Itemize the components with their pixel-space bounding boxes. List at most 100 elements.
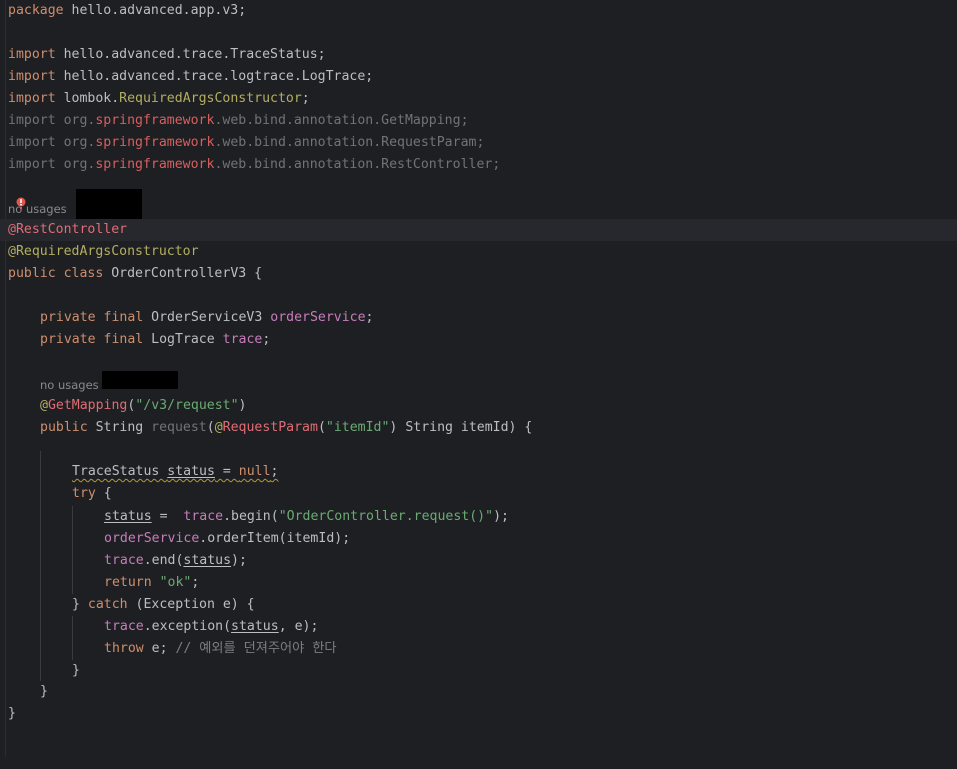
code-line-statement[interactable]: trace.end(status); — [0, 550, 957, 572]
code-token: ); — [493, 509, 509, 524]
code-token: orderService — [270, 310, 366, 325]
code-line-annotation-current[interactable]: @RestController — [0, 219, 957, 241]
code-line-statement[interactable]: orderService.orderItem(itemId); — [0, 528, 957, 550]
code-token: trace.exception(status, e); — [104, 616, 318, 638]
code-token: import org.springframework.web.bind.anno… — [8, 154, 500, 176]
code-token: null — [238, 464, 271, 479]
code-token: import hello.advanced.trace.logtrace.Log… — [8, 66, 373, 88]
code-token: private final — [40, 310, 144, 325]
code-line-catch[interactable]: } catch (Exception e) { — [0, 594, 957, 616]
code-token: OrderControllerV3 { — [103, 266, 263, 281]
code-token: try — [72, 486, 96, 501]
code-token: @ — [214, 420, 223, 435]
code-token: trace — [104, 619, 144, 634]
code-token: import — [8, 135, 56, 150]
code-line-statement[interactable]: TraceStatus status = null; — [0, 461, 957, 483]
code-token: ( — [206, 420, 215, 435]
code-token: import — [8, 69, 56, 84]
code-token: String — [87, 420, 152, 435]
code-token: { — [95, 486, 112, 501]
code-token: = — [151, 509, 184, 524]
code-token: @GetMapping("/v3/request") — [40, 395, 246, 417]
code-comment: // 예외를 던져주어야 한다 — [175, 641, 337, 656]
code-token: , e); — [278, 619, 319, 634]
code-line-try[interactable]: try { — [0, 483, 957, 505]
code-token: RequestParam — [222, 420, 318, 435]
code-token: trace.end(status); — [104, 550, 247, 572]
code-token: ( — [317, 420, 326, 435]
code-line-brace[interactable]: } — [0, 660, 957, 682]
code-token: (Exception e) { — [127, 597, 255, 612]
code-line-annotation[interactable]: @GetMapping("/v3/request") — [0, 395, 957, 417]
code-token: package — [8, 3, 64, 18]
code-token: .begin( — [223, 509, 279, 524]
code-line-method[interactable]: public String request(@RequestParam("ite… — [0, 417, 957, 439]
code-token: return — [104, 575, 152, 590]
code-line-import[interactable]: import hello.advanced.trace.TraceStatus; — [0, 44, 957, 66]
code-token: status — [167, 464, 215, 479]
code-token: status — [104, 509, 152, 524]
code-token: .orderItem(itemId); — [199, 531, 351, 546]
code-token: OrderServiceV3 — [143, 310, 271, 325]
error-icon[interactable] — [16, 197, 26, 209]
code-token: public String request(@RequestParam("ite… — [40, 417, 532, 439]
code-token: try { — [72, 483, 112, 505]
code-token: TraceStatus status = null; — [72, 461, 278, 483]
code-token: hello.advanced.trace.logtrace.LogTrace; — [55, 69, 374, 84]
code-token: trace — [183, 509, 224, 524]
code-token: } — [72, 663, 80, 678]
code-token: trace — [104, 553, 144, 568]
code-line-field[interactable]: private final OrderServiceV3 orderServic… — [0, 307, 957, 329]
code-line-import-unused[interactable]: import org.springframework.web.bind.anno… — [0, 110, 957, 132]
code-token: public — [40, 420, 88, 435]
code-line-field[interactable]: private final LogTrace trace; — [0, 329, 957, 351]
code-token: throw — [104, 641, 144, 656]
code-editor[interactable]: package hello.advanced.app.v3; import he… — [0, 0, 957, 757]
code-token: } — [40, 684, 48, 699]
code-line-import-unused[interactable]: import org.springframework.web.bind.anno… — [0, 132, 957, 154]
code-token: import — [8, 91, 56, 106]
code-token: return "ok"; — [104, 572, 199, 594]
code-line-class[interactable]: public class OrderControllerV3 { — [0, 263, 957, 285]
code-line-throw[interactable]: throw e; // 예외를 던져주어야 한다 — [0, 638, 957, 660]
code-token: hello.advanced.trace.TraceStatus; — [55, 47, 326, 62]
code-token: import — [8, 113, 56, 128]
code-token: .web.bind.annotation.RequestParam; — [214, 135, 485, 150]
code-token: springframework — [95, 157, 215, 172]
code-token: } — [72, 597, 88, 612]
code-token: "/v3/request" — [135, 398, 239, 413]
code-line-annotation[interactable]: @RequiredArgsConstructor — [0, 241, 957, 263]
code-token: ); — [231, 553, 247, 568]
code-token: import — [8, 47, 56, 62]
code-line-brace[interactable]: } — [0, 681, 957, 703]
redacted-block — [102, 371, 178, 389]
code-line-import-unused[interactable]: import org.springframework.web.bind.anno… — [0, 154, 957, 176]
code-token: TraceStatus — [72, 464, 168, 479]
code-token: status — [183, 553, 232, 568]
usages-hint[interactable]: no usages — [40, 374, 99, 396]
code-token: @RequiredArgsConstructor — [8, 244, 199, 259]
code-line-import[interactable]: import lombok.RequiredArgsConstructor; — [0, 88, 957, 110]
code-token: org. — [55, 157, 96, 172]
code-token: hello.advanced.app.v3; — [63, 3, 247, 18]
code-token: LogTrace — [143, 332, 223, 347]
code-token: = — [214, 464, 239, 479]
code-token: ; — [365, 310, 374, 325]
code-token: GetMapping — [47, 398, 128, 413]
code-line-package[interactable]: package hello.advanced.app.v3; — [0, 0, 957, 22]
code-line-statement[interactable]: trace.exception(status, e); — [0, 616, 957, 638]
code-token: orderService.orderItem(itemId); — [104, 528, 350, 550]
code-token: throw e; // 예외를 던져주어야 한다 — [104, 638, 337, 660]
code-line-brace[interactable]: } — [0, 703, 957, 725]
code-token: public class — [8, 266, 104, 281]
code-token: .end( — [143, 553, 184, 568]
code-token: orderService — [104, 531, 200, 546]
code-token: springframework — [95, 135, 215, 150]
code-token: status = trace.begin("OrderController.re… — [104, 506, 509, 528]
code-line-import[interactable]: import hello.advanced.trace.logtrace.Log… — [0, 66, 957, 88]
code-line-return[interactable]: return "ok"; — [0, 572, 957, 594]
code-token: lombok. — [55, 91, 120, 106]
code-line-statement[interactable]: status = trace.begin("OrderController.re… — [0, 506, 957, 528]
code-text: package hello.advanced.app.v3; — [8, 0, 246, 22]
